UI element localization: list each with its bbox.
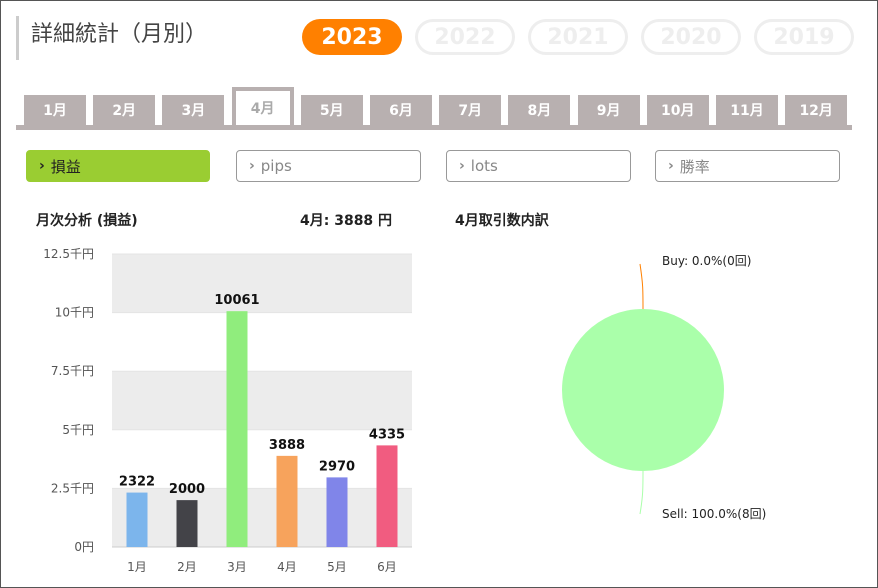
bar-data-label: 2970 <box>319 459 355 474</box>
grid-band <box>112 254 412 313</box>
pie-leader-line <box>639 470 644 515</box>
y-tick-label: 7.5千円 <box>51 364 94 378</box>
bar-chart-summary: 4月: 3888 円 <box>300 213 393 229</box>
chevron-right-icon: › <box>668 158 674 174</box>
tab-month-2[interactable]: 2月 <box>93 95 156 125</box>
month-tabs: 1月 2月 3月 4月 5月 6月 7月 8月 9月 10月 11月 12月 <box>16 87 852 130</box>
tab-month-7[interactable]: 7月 <box>439 95 502 125</box>
y-tick-label: 0円 <box>74 540 94 554</box>
pie-slice-sell <box>562 309 724 471</box>
year-button-2021[interactable]: 2021 <box>528 19 628 55</box>
filter-label: 勝率 <box>679 157 710 176</box>
tab-month-5[interactable]: 5月 <box>300 95 363 125</box>
filter-label: pips <box>260 157 292 175</box>
header: 詳細統計（月別） <box>16 16 207 60</box>
year-button-2020[interactable]: 2020 <box>641 19 741 55</box>
pie-leader-line <box>639 263 644 310</box>
x-tick-label: 5月 <box>327 560 347 574</box>
x-tick-label: 1月 <box>127 560 147 574</box>
y-tick-label: 10千円 <box>55 306 94 320</box>
year-selector: 2023 2022 2021 2020 2019 <box>302 19 854 55</box>
x-tick-label: 4月 <box>277 560 297 574</box>
grid-band <box>112 488 412 547</box>
bar-data-label: 2322 <box>119 475 155 490</box>
year-button-2022[interactable]: 2022 <box>415 19 515 55</box>
chevron-right-icon: › <box>39 158 45 174</box>
bar-2月 <box>176 500 198 547</box>
filter-button-3[interactable]: › lots <box>446 150 631 182</box>
pie-chart-title: 4月取引数内訳 <box>455 213 549 229</box>
pie-label-buy: Buy: 0.0%(0回) <box>662 254 751 268</box>
tab-month-6[interactable]: 6月 <box>370 95 432 125</box>
filter-button-1[interactable]: › 損益 <box>26 150 210 182</box>
bar-6月 <box>376 445 398 547</box>
monthly-bar-chart: 0円 2.5千円 5千円 7.5千円 10千円 12.5千円 2322 1月 2000 2月 100… <box>43 247 412 574</box>
x-tick-label: 2月 <box>177 560 197 574</box>
x-tick-label: 6月 <box>377 560 397 574</box>
year-button-2019[interactable]: 2019 <box>754 19 854 55</box>
bar-data-label: 2000 <box>169 482 205 497</box>
grid-band <box>112 371 412 430</box>
tab-month-12[interactable]: 12月 <box>785 95 848 125</box>
y-tick-label: 2.5千円 <box>51 481 94 495</box>
filter-button-4[interactable]: › 勝率 <box>655 150 840 182</box>
bar-data-label: 4335 <box>369 427 405 442</box>
bar-chart-title: 月次分析 (損益) <box>36 213 138 229</box>
tab-month-10[interactable]: 10月 <box>646 95 709 125</box>
trade-breakdown-pie-chart: Buy: 0.0%(0回) Sell: 100.0%(8回) <box>562 254 766 521</box>
chevron-right-icon: › <box>459 158 465 174</box>
filter-label: lots <box>470 157 498 175</box>
tab-month-9[interactable]: 9月 <box>577 95 640 125</box>
y-tick-label: 5千円 <box>62 423 94 437</box>
chevron-right-icon: › <box>249 158 255 174</box>
filter-button-2[interactable]: › pips <box>236 150 421 182</box>
bar-data-label: 10061 <box>214 293 259 308</box>
tab-month-1[interactable]: 1月 <box>24 95 86 125</box>
bar-5月 <box>326 477 348 547</box>
filter-label: 損益 <box>50 157 81 176</box>
tab-month-4[interactable]: 4月 <box>231 87 294 125</box>
bar-data-label: 3888 <box>269 438 305 453</box>
year-button-2023[interactable]: 2023 <box>302 19 402 55</box>
tab-month-11[interactable]: 11月 <box>716 95 778 125</box>
y-tick-label: 12.5千円 <box>43 247 94 261</box>
x-tick-label: 3月 <box>227 560 247 574</box>
tab-month-8[interactable]: 8月 <box>508 95 571 125</box>
tab-month-3[interactable]: 3月 <box>162 95 225 125</box>
bar-4月 <box>276 455 298 547</box>
bar-1月 <box>126 492 148 547</box>
pie-label-sell: Sell: 100.0%(8回) <box>662 507 766 521</box>
page-title: 詳細統計（月別） <box>31 22 208 47</box>
bar-3月 <box>226 311 248 547</box>
